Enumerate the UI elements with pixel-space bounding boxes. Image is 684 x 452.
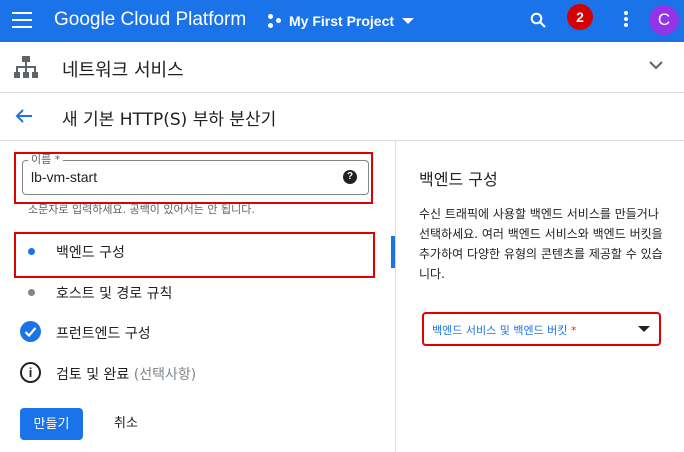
create-button[interactable]: 만들기 — [20, 408, 83, 440]
step-review-finalize[interactable]: 검토 및 완료 (선택사항) — [0, 355, 395, 391]
step-label: 호스트 및 경로 규칙 — [56, 286, 173, 302]
backend-config-title: 백엔드 구성 — [419, 170, 498, 189]
step-label: 검토 및 완료 (선택사항) — [56, 364, 196, 384]
backend-config-description: 수신 트래픽에 사용할 백엔드 서비스를 만들거나 선택하세요. 여러 백엔드 … — [419, 207, 663, 281]
network-services-icon — [14, 56, 38, 78]
step-host-path-rules[interactable]: 호스트 및 경로 규칙 — [0, 274, 395, 310]
project-name: My First Project — [289, 13, 395, 29]
step-label: 프런트엔드 구성 — [56, 326, 151, 342]
bullet-icon — [28, 289, 35, 296]
caret-down-icon — [402, 18, 415, 24]
page-header: 새 기본 HTTP(S) 부하 분산기 — [0, 93, 684, 141]
optional-tag: (선택사항) — [133, 367, 197, 383]
active-step-indicator — [391, 236, 395, 268]
menu-icon[interactable] — [12, 12, 32, 28]
backend-select-text: 백엔드 서비스 및 백엔드 버킷 — [432, 324, 568, 337]
step-frontend-config[interactable]: 프런트엔드 구성 — [0, 314, 395, 350]
avatar[interactable]: C — [649, 5, 679, 35]
more-options-icon[interactable] — [624, 11, 628, 29]
dropdown-caret-icon — [638, 326, 650, 332]
cancel-button[interactable]: 취소 — [100, 408, 152, 440]
search-icon[interactable] — [530, 12, 546, 28]
back-arrow-icon[interactable] — [14, 106, 34, 126]
highlight-box — [14, 152, 373, 204]
page-title: 새 기본 HTTP(S) 부하 분산기 — [62, 110, 277, 130]
step-label-text: 검토 및 완료 — [56, 367, 130, 383]
chevron-down-icon[interactable] — [648, 57, 664, 73]
backend-select-dropdown[interactable]: 백엔드 서비스 및 백엔드 버킷 * — [422, 312, 661, 346]
product-header: 네트워크 서비스 — [0, 42, 684, 93]
brand-title[interactable]: Google Cloud Platform — [54, 9, 246, 31]
column-divider — [395, 141, 396, 452]
backend-select-label: 백엔드 서비스 및 백엔드 버킷 * — [432, 322, 576, 338]
top-app-bar: Google Cloud Platform My First Project 2… — [0, 0, 684, 42]
project-hexagon-icon — [268, 14, 282, 28]
product-title: 네트워크 서비스 — [62, 60, 184, 81]
required-mark: * — [570, 324, 577, 337]
project-selector[interactable]: My First Project — [268, 11, 415, 31]
notification-badge[interactable]: 2 — [567, 4, 593, 30]
highlight-box — [14, 232, 375, 278]
